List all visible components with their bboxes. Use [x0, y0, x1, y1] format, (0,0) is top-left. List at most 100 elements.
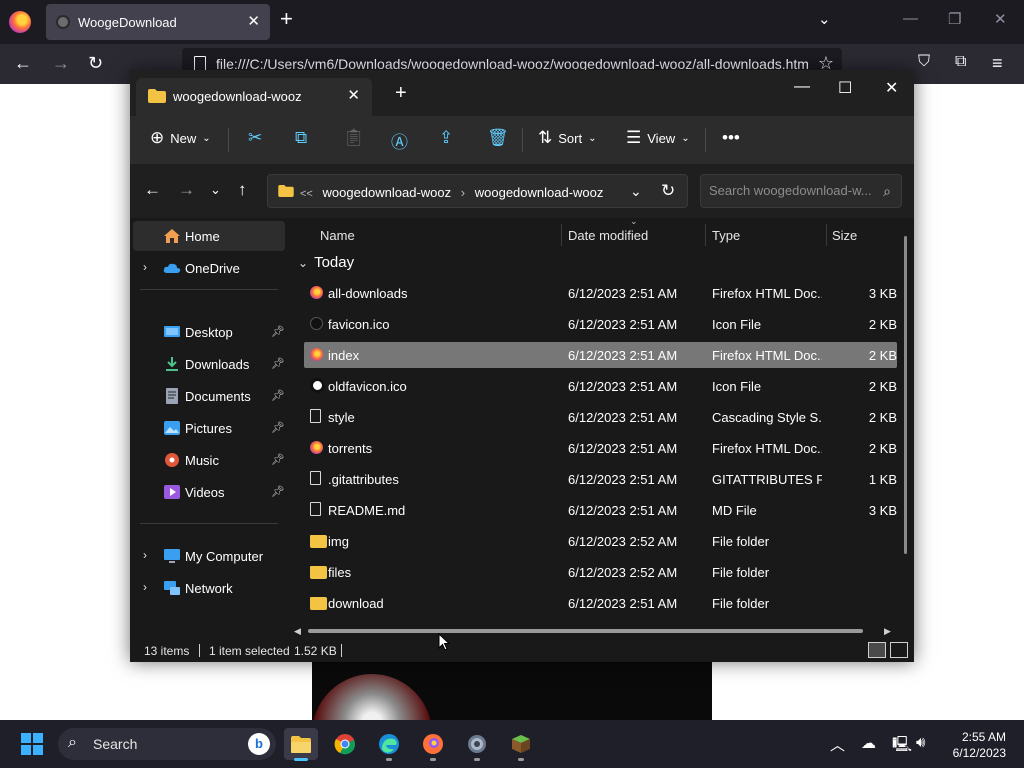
sort-button[interactable]: ⇅ Sort ⌄ — [538, 128, 596, 148]
taskbar-firefox[interactable] — [416, 728, 450, 761]
column-header-type[interactable]: Type — [712, 218, 740, 250]
network-status-icon[interactable]: 🖳︎ — [892, 734, 912, 759]
taskbar-search[interactable]: ⌕ Search b — [58, 728, 276, 760]
explorer-tab[interactable]: woogedownload-wooz ✕ — [136, 78, 372, 116]
close-tab-icon[interactable]: ✕ — [347, 86, 360, 104]
back-icon[interactable]: ← — [144, 180, 161, 200]
rename-button[interactable]: Ⓐ — [391, 128, 408, 153]
expand-chevron-icon[interactable]: › — [143, 260, 147, 274]
scroll-left-icon[interactable]: ◀ — [294, 626, 301, 637]
address-bar[interactable]: << woogedownload-wooz › woogedownload-wo… — [267, 174, 688, 208]
column-header-name[interactable]: Name — [320, 218, 355, 250]
extensions-icon[interactable]: ⧉ — [955, 53, 966, 71]
taskbar-chrome[interactable] — [328, 728, 362, 760]
nav-item-desktop[interactable]: Desktop 📌︎ — [133, 317, 285, 347]
pin-icon[interactable]: 📌︎ — [271, 453, 285, 466]
expand-chevron-icon[interactable]: › — [143, 548, 147, 562]
nav-item-my-computer[interactable]: › My Computer — [133, 541, 285, 571]
more-options-button[interactable]: ••• — [722, 128, 740, 148]
column-header-size[interactable]: Size — [832, 218, 857, 250]
pin-icon[interactable]: 📌︎ — [271, 485, 285, 498]
cut-button[interactable]: ✂ — [248, 128, 262, 148]
reload-icon[interactable]: ↻ — [88, 53, 103, 74]
restore-icon[interactable]: ❐ — [948, 10, 961, 28]
close-window-icon[interactable]: ✕ — [994, 10, 1007, 28]
pin-icon[interactable]: 📌︎ — [271, 357, 285, 370]
nav-item-music[interactable]: Music 📌︎ — [133, 445, 285, 475]
bing-icon[interactable]: b — [248, 733, 270, 755]
horizontal-scrollbar[interactable] — [308, 629, 863, 633]
forward-icon[interactable]: → — [52, 53, 70, 74]
search-box[interactable]: ⌕ — [700, 174, 902, 208]
column-divider[interactable] — [561, 224, 562, 246]
file-row[interactable]: oldfavicon.ico 6/12/2023 2:51 AM Icon File… — [304, 373, 897, 399]
copy-button[interactable]: ⧉ — [295, 128, 307, 148]
nav-item-onedrive[interactable]: › OneDrive — [133, 253, 285, 283]
taskbar-minecraft[interactable] — [504, 728, 538, 761]
forward-icon[interactable]: → — [178, 180, 195, 200]
nav-item-downloads[interactable]: Downloads 📌︎ — [133, 349, 285, 379]
view-button[interactable]: ☰ View ⌄ — [626, 128, 690, 148]
new-tab-icon[interactable]: + — [280, 8, 293, 30]
expand-chevron-icon[interactable]: › — [143, 580, 147, 594]
volume-icon[interactable]: 🔊︎ — [916, 734, 925, 751]
nav-item-videos[interactable]: Videos 📌︎ — [133, 477, 285, 507]
file-row[interactable]: download 6/12/2023 2:51 AM File folder — [304, 590, 897, 616]
file-row[interactable]: all-downloads 6/12/2023 2:51 AM Firefox HT… — [304, 280, 897, 306]
group-header[interactable]: ⌄ Today — [298, 254, 354, 271]
system-clock[interactable]: 2:55 AM 6/12/2023 — [953, 729, 1006, 761]
file-row[interactable]: img 6/12/2023 2:52 AM File folder — [304, 528, 897, 554]
file-row[interactable]: favicon.ico 6/12/2023 2:51 AM Icon File 2 K… — [304, 311, 897, 337]
search-input[interactable] — [709, 183, 874, 198]
nav-item-documents[interactable]: Documents 📌︎ — [133, 381, 285, 411]
cloud-offline-icon[interactable]: ☁︎ — [861, 734, 876, 752]
pin-icon[interactable]: 📌︎ — [271, 389, 285, 402]
paste-button[interactable]: 📋︎ — [343, 128, 365, 148]
file-row[interactable]: style 6/12/2023 2:51 AM Cascading Style S.… — [304, 404, 897, 430]
file-row[interactable]: .gitattributes 6/12/2023 2:51 AM GITATTRIB… — [304, 466, 897, 492]
tiles-view-icon[interactable] — [890, 642, 908, 658]
column-divider[interactable] — [826, 224, 827, 246]
close-window-icon[interactable]: ✕ — [885, 78, 898, 98]
new-button[interactable]: ⊕ New ⌄ — [150, 128, 211, 148]
list-tabs-icon[interactable]: ⌄ — [818, 10, 831, 28]
breadcrumb-item[interactable]: woogedownload-wooz — [322, 185, 451, 200]
maximize-icon[interactable]: ☐ — [838, 78, 852, 98]
show-hidden-icons-chevron-icon[interactable]: ︿ — [830, 734, 845, 755]
details-view-icon[interactable] — [868, 642, 886, 658]
share-button[interactable]: ⇪ — [439, 128, 453, 148]
collapse-chevron-icon[interactable]: ⌄ — [298, 256, 308, 270]
nav-item-pictures[interactable]: Pictures 📌︎ — [133, 413, 285, 443]
file-row[interactable]: torrents 6/12/2023 2:51 AM Firefox HTML Do… — [304, 435, 897, 461]
close-tab-icon[interactable]: ✕ — [247, 12, 260, 30]
file-row[interactable]: index 6/12/2023 2:51 AM Firefox HTML Doc..… — [304, 342, 897, 368]
start-button[interactable] — [21, 733, 43, 755]
minimize-icon[interactable]: — — [794, 78, 810, 96]
address-dropdown-icon[interactable]: ⌄ — [630, 183, 642, 200]
taskbar-file-explorer[interactable] — [284, 728, 318, 761]
taskbar-settings[interactable] — [460, 728, 494, 761]
browser-tab[interactable]: WoogeDownload ✕ — [46, 4, 270, 40]
vertical-scrollbar[interactable] — [904, 236, 907, 554]
hamburger-menu-icon[interactable]: ≡ — [992, 53, 1003, 74]
back-icon[interactable]: ← — [14, 53, 32, 74]
column-divider[interactable] — [705, 224, 706, 246]
scroll-right-icon[interactable]: ▶ — [884, 626, 891, 637]
nav-item-home[interactable]: Home — [133, 221, 285, 251]
page-info-icon[interactable] — [194, 56, 206, 71]
breadcrumb-chevron-icon[interactable]: › — [461, 185, 465, 200]
nav-item-network[interactable]: › Network — [133, 573, 285, 603]
file-row[interactable]: files 6/12/2023 2:52 AM File folder — [304, 559, 897, 585]
file-row[interactable]: README.md 6/12/2023 2:51 AM MD File 3 KB — [304, 497, 897, 523]
breadcrumb-item[interactable]: woogedownload-wooz — [475, 185, 604, 200]
breadcrumb-overflow[interactable]: << — [300, 188, 313, 200]
minimize-icon[interactable]: — — [903, 10, 918, 27]
firefox-menu-icon[interactable] — [9, 11, 31, 33]
up-icon[interactable]: ↑ — [238, 180, 247, 200]
pin-icon[interactable]: 📌︎ — [271, 325, 285, 338]
refresh-icon[interactable]: ↻ — [661, 181, 675, 201]
pin-icon[interactable]: 📌︎ — [271, 421, 285, 434]
delete-button[interactable]: 🗑︎ — [487, 128, 509, 148]
new-tab-icon[interactable]: + — [395, 83, 407, 103]
pocket-icon[interactable]: ⛉ — [918, 53, 930, 71]
